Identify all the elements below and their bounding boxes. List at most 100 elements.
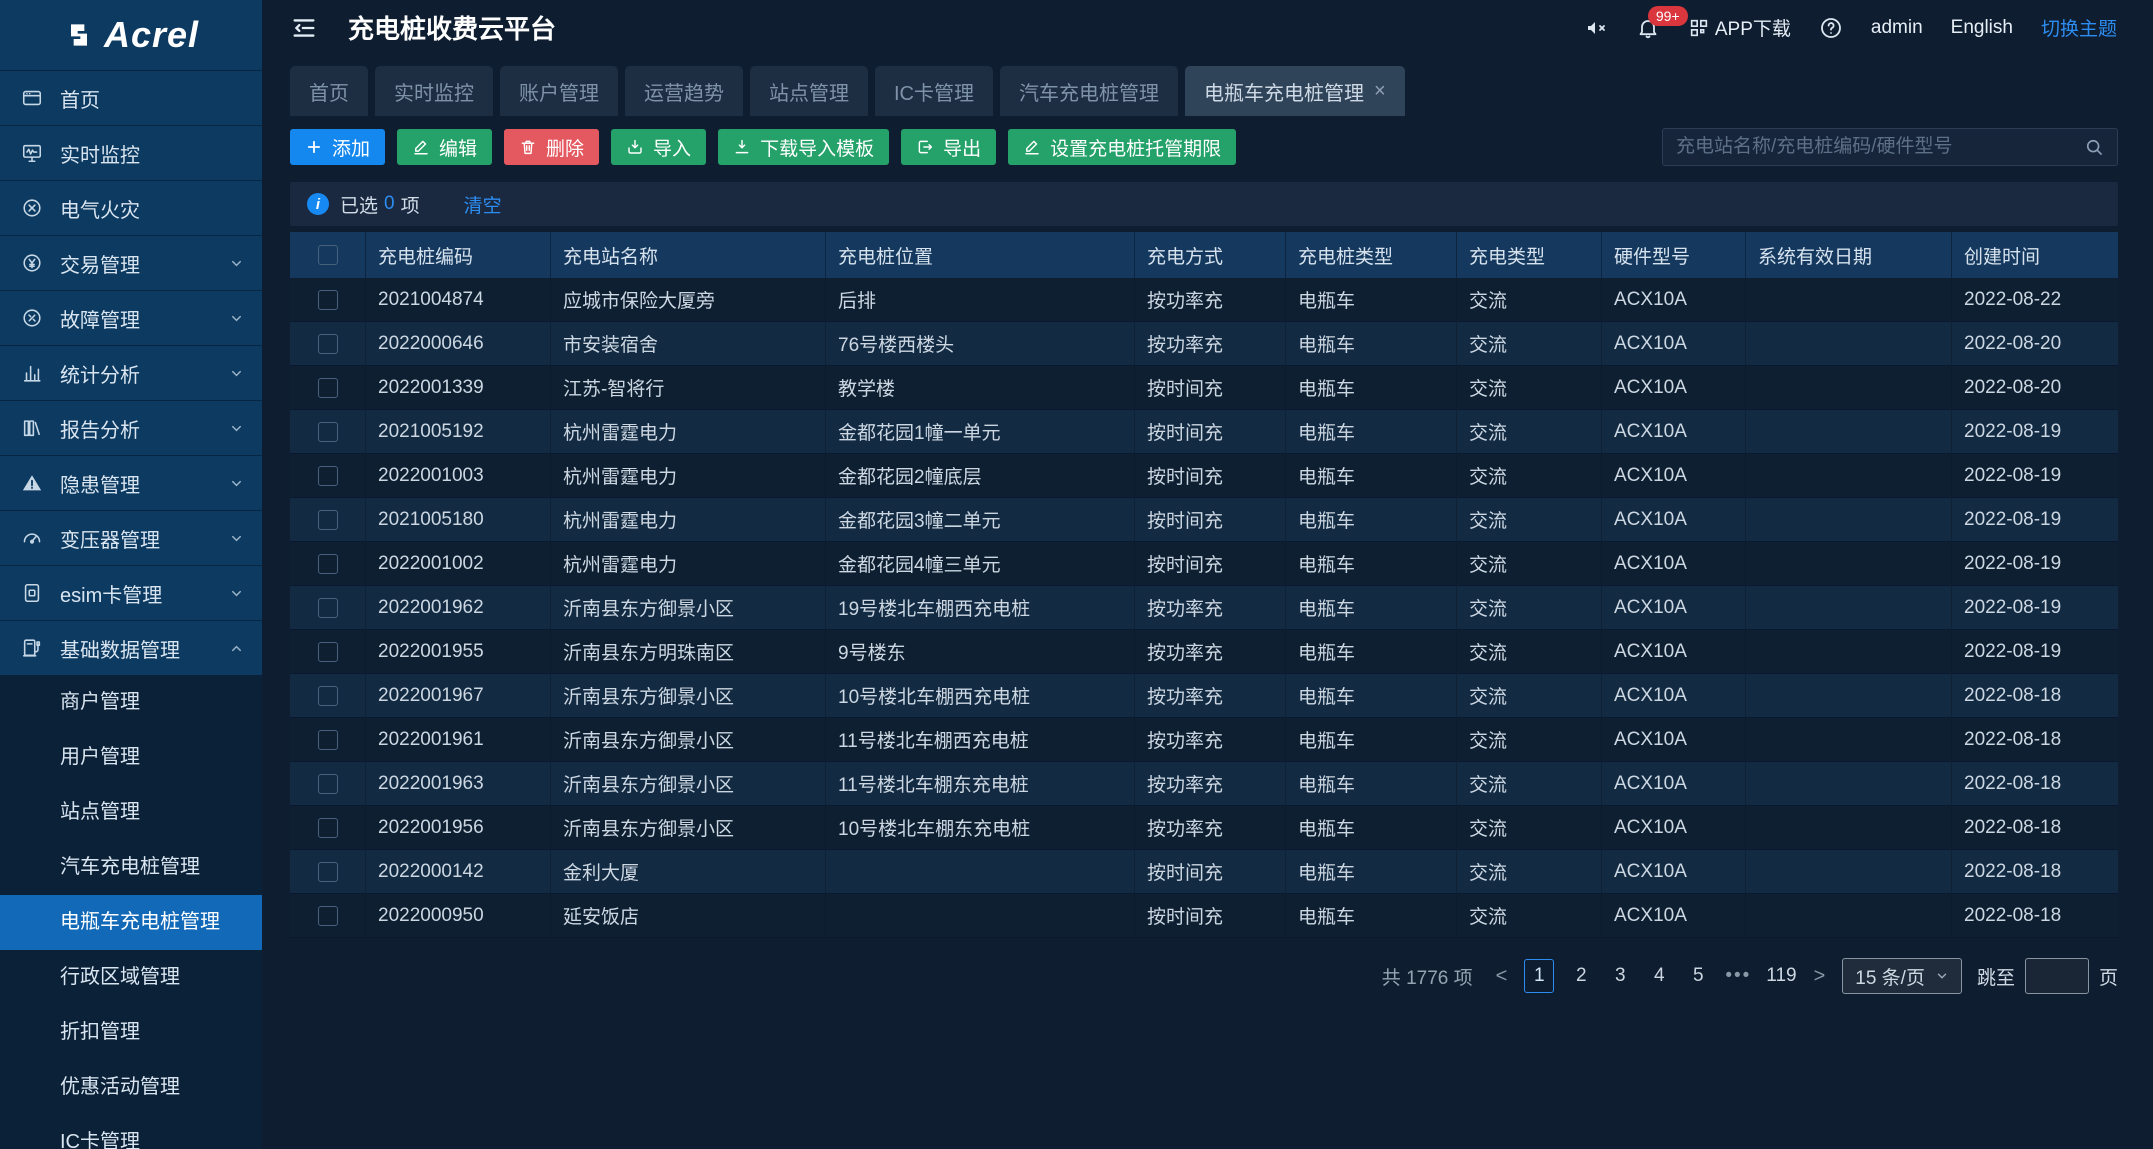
table-row[interactable]: 2021005192杭州雷霆电力金都花园1幢一单元按时间充电瓶车交流ACX10A… bbox=[290, 410, 2118, 454]
qr-code-icon bbox=[1688, 17, 1710, 39]
pagination-ellipsis[interactable]: ••• bbox=[1725, 965, 1751, 987]
search-input[interactable] bbox=[1676, 136, 2084, 158]
delete-button[interactable]: 删除 bbox=[504, 129, 599, 165]
collapse-sidebar-icon[interactable] bbox=[290, 14, 318, 42]
sidebar-subitem-car-charger-mgmt[interactable]: 汽车充电桩管理 bbox=[0, 840, 262, 895]
sidebar-subitem-ebike-charger-mgmt[interactable]: 电瓶车充电桩管理 bbox=[0, 895, 262, 950]
download-template-button[interactable]: 下载导入模板 bbox=[718, 129, 889, 165]
row-checkbox[interactable] bbox=[318, 686, 338, 706]
sidebar-item-statistics[interactable]: 统计分析 bbox=[0, 345, 262, 400]
tab-realtime-monitor[interactable]: 实时监控 bbox=[375, 66, 493, 116]
table-row[interactable]: 2022001955沂南县东方明珠南区9号楼东按功率充电瓶车交流ACX10A20… bbox=[290, 630, 2118, 674]
language-switch[interactable]: English bbox=[1951, 17, 2013, 39]
import-button[interactable]: 导入 bbox=[611, 129, 706, 165]
page-2-button[interactable]: 2 bbox=[1569, 965, 1593, 987]
row-checkbox[interactable] bbox=[318, 730, 338, 750]
row-checkbox[interactable] bbox=[318, 598, 338, 618]
page-5-button[interactable]: 5 bbox=[1686, 965, 1710, 987]
table-row[interactable]: 2022001961沂南县东方御景小区11号楼北车棚西充电桩按功率充电瓶车交流A… bbox=[290, 718, 2118, 762]
select-all-checkbox[interactable] bbox=[318, 245, 338, 265]
next-page-icon[interactable]: > bbox=[1812, 965, 1828, 988]
export-button[interactable]: 导出 bbox=[901, 129, 996, 165]
row-checkbox[interactable] bbox=[318, 818, 338, 838]
table-row[interactable]: 2022001956沂南县东方御景小区10号楼北车棚东充电桩按功率充电瓶车交流A… bbox=[290, 806, 2118, 850]
table-row[interactable]: 2022001963沂南县东方御景小区11号楼北车棚东充电桩按功率充电瓶车交流A… bbox=[290, 762, 2118, 806]
sidebar-item-report-analysis[interactable]: 报告分析 bbox=[0, 400, 262, 455]
page-4-button[interactable]: 4 bbox=[1647, 965, 1671, 987]
trash-icon bbox=[519, 138, 537, 156]
tab-home[interactable]: 首页 bbox=[290, 66, 368, 116]
sidebar-subitem-ic-card-mgmt[interactable]: IC卡管理 bbox=[0, 1115, 262, 1149]
tab-car-charger-mgmt[interactable]: 汽车充电桩管理 bbox=[1000, 66, 1178, 116]
sidebar-subitem-merchant-mgmt[interactable]: 商户管理 bbox=[0, 675, 262, 730]
username[interactable]: admin bbox=[1871, 17, 1923, 39]
page-list: 12345 ••• 119 bbox=[1524, 959, 1796, 993]
mute-icon[interactable] bbox=[1584, 16, 1608, 40]
tab-station-mgmt[interactable]: 站点管理 bbox=[750, 66, 868, 116]
page-1-button[interactable]: 1 bbox=[1524, 959, 1554, 993]
sidebar-item-base-data-mgmt[interactable]: 基础数据管理 bbox=[0, 620, 262, 675]
app-download-link[interactable]: APP下载 bbox=[1688, 14, 1791, 41]
tab-operation-trend[interactable]: 运营趋势 bbox=[625, 66, 743, 116]
sidebar-item-home[interactable]: 首页 bbox=[0, 70, 262, 125]
table-row[interactable]: 2021005180杭州雷霆电力金都花园3幢二单元按时间充电瓶车交流ACX10A… bbox=[290, 498, 2118, 542]
row-checkbox[interactable] bbox=[318, 466, 338, 486]
sidebar-item-realtime-monitor[interactable]: 实时监控 bbox=[0, 125, 262, 180]
page-119-button[interactable]: 119 bbox=[1766, 965, 1796, 987]
table-cell: 电瓶车 bbox=[1286, 542, 1457, 586]
row-checkbox[interactable] bbox=[318, 642, 338, 662]
sidebar-subitem-station-mgmt[interactable]: 站点管理 bbox=[0, 785, 262, 840]
table-cell: 2022001956 bbox=[366, 806, 551, 850]
close-tab-icon[interactable]: × bbox=[1374, 80, 1386, 103]
sidebar-item-transformer-mgmt[interactable]: 变压器管理 bbox=[0, 510, 262, 565]
table-row[interactable]: 2022000142金利大厦按时间充电瓶车交流ACX10A2022-08-18 bbox=[290, 850, 2118, 894]
table-row[interactable]: 2022001967沂南县东方御景小区10号楼北车棚西充电桩按功率充电瓶车交流A… bbox=[290, 674, 2118, 718]
notifications-bell-icon[interactable]: 99+ bbox=[1636, 16, 1660, 40]
theme-switch-link[interactable]: 切换主题 bbox=[2041, 14, 2117, 41]
sidebar-subitem-region-mgmt[interactable]: 行政区域管理 bbox=[0, 950, 262, 1005]
table-row[interactable]: 2022001339江苏-智将行教学楼按时间充电瓶车交流ACX10A2022-0… bbox=[290, 366, 2118, 410]
page-3-button[interactable]: 3 bbox=[1608, 965, 1632, 987]
jump-label: 跳至 bbox=[1977, 963, 2015, 990]
sidebar-subitem-promotion-mgmt[interactable]: 优惠活动管理 bbox=[0, 1060, 262, 1115]
table-row[interactable]: 2022001002杭州雷霆电力金都花园4幢三单元按时间充电瓶车交流ACX10A… bbox=[290, 542, 2118, 586]
row-checkbox[interactable] bbox=[318, 290, 338, 310]
sidebar-item-fault-mgmt[interactable]: 故障管理 bbox=[0, 290, 262, 345]
set-hosting-period-button[interactable]: 设置充电桩托管期限 bbox=[1008, 129, 1236, 165]
table-cell: ACX10A bbox=[1602, 322, 1746, 366]
edit-button[interactable]: 编辑 bbox=[397, 129, 492, 165]
row-checkbox[interactable] bbox=[318, 510, 338, 530]
sidebar-item-esim-card-mgmt[interactable]: esim卡管理 bbox=[0, 565, 262, 620]
sidebar-item-hazard-mgmt[interactable]: 隐患管理 bbox=[0, 455, 262, 510]
table-cell: 10号楼北车棚西充电桩 bbox=[826, 674, 1135, 718]
tab-ic-card-mgmt[interactable]: IC卡管理 bbox=[875, 66, 993, 116]
search-icon[interactable] bbox=[2084, 137, 2104, 157]
selected-label: 已选 bbox=[340, 191, 378, 218]
row-checkbox[interactable] bbox=[318, 554, 338, 574]
sidebar-subitem-user-mgmt[interactable]: 用户管理 bbox=[0, 730, 262, 785]
row-checkbox[interactable] bbox=[318, 862, 338, 882]
table-row[interactable]: 2022000646市安装宿舍76号楼西楼头按功率充电瓶车交流ACX10A202… bbox=[290, 322, 2118, 366]
row-checkbox[interactable] bbox=[318, 334, 338, 354]
table-cell: 电瓶车 bbox=[1286, 410, 1457, 454]
jump-page-input[interactable] bbox=[2025, 958, 2089, 994]
help-icon[interactable] bbox=[1819, 16, 1843, 40]
row-checkbox[interactable] bbox=[318, 378, 338, 398]
table-cell: ACX10A bbox=[1602, 278, 1746, 322]
prev-page-icon[interactable]: < bbox=[1494, 965, 1510, 988]
add-button[interactable]: 添加 bbox=[290, 129, 385, 165]
clear-selection-link[interactable]: 清空 bbox=[464, 191, 502, 218]
row-checkbox[interactable] bbox=[318, 906, 338, 926]
row-checkbox[interactable] bbox=[318, 422, 338, 442]
table-row[interactable]: 2022001003杭州雷霆电力金都花园2幢底层按时间充电瓶车交流ACX10A2… bbox=[290, 454, 2118, 498]
sidebar-item-electrical-fire[interactable]: 电气火灾 bbox=[0, 180, 262, 235]
page-size-select[interactable]: 15 条/页 bbox=[1842, 958, 1962, 994]
table-row[interactable]: 2022001962沂南县东方御景小区19号楼北车棚西充电桩按功率充电瓶车交流A… bbox=[290, 586, 2118, 630]
sidebar-subitem-discount-mgmt[interactable]: 折扣管理 bbox=[0, 1005, 262, 1060]
table-row[interactable]: 2021004874应城市保险大厦旁后排按功率充电瓶车交流ACX10A2022-… bbox=[290, 278, 2118, 322]
table-row[interactable]: 2022000950延安饭店按时间充电瓶车交流ACX10A2022-08-18 bbox=[290, 894, 2118, 938]
tab-account-mgmt[interactable]: 账户管理 bbox=[500, 66, 618, 116]
tab-ebike-charger-mgmt[interactable]: 电瓶车充电桩管理× bbox=[1185, 66, 1405, 116]
sidebar-item-transaction-mgmt[interactable]: 交易管理 bbox=[0, 235, 262, 290]
row-checkbox[interactable] bbox=[318, 774, 338, 794]
